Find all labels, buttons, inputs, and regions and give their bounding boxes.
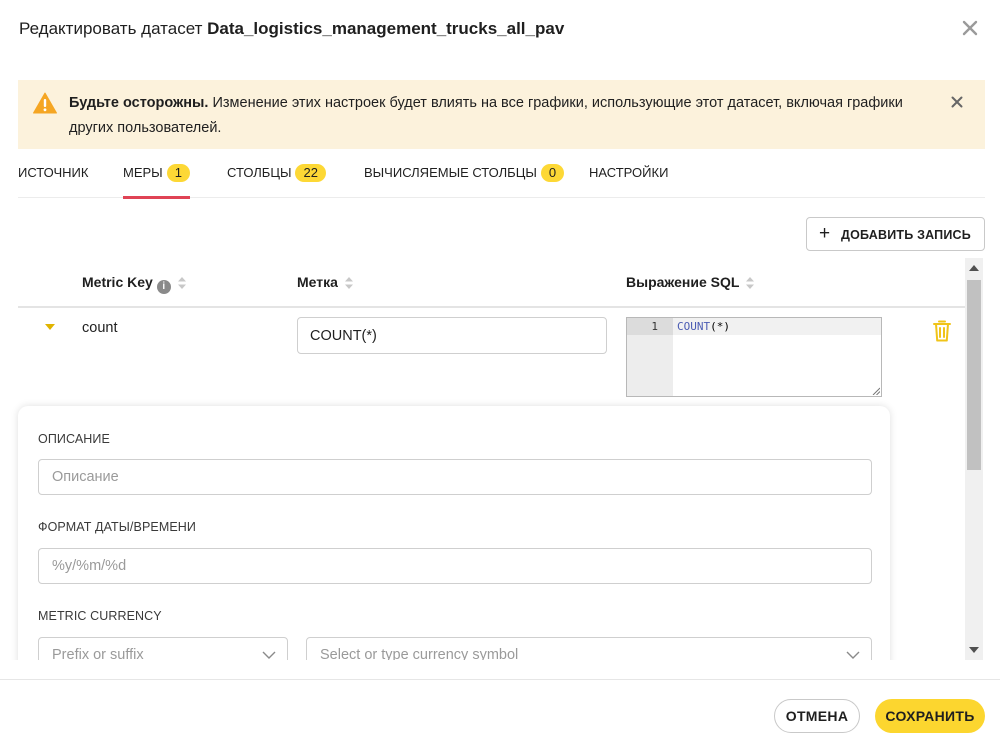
sql-keyword: COUNT	[677, 320, 711, 333]
modal-header: Редактировать датасет Data_logistics_man…	[0, 0, 1000, 60]
sql-expression-editor[interactable]: 1 COUNT(*)	[626, 317, 882, 397]
currency-symbol-select[interactable]: Select or type currency symbol	[306, 637, 872, 660]
tab-columns[interactable]: СТОЛБЦЫ 22	[227, 164, 326, 198]
save-button[interactable]: СОХРАНИТЬ	[875, 699, 985, 733]
column-header-sql[interactable]: Выражение SQL	[626, 274, 755, 290]
description-label: Описание	[38, 432, 110, 446]
warning-bold: Будьте осторожны.	[69, 95, 209, 111]
close-warning-icon[interactable]	[951, 96, 963, 108]
metric-key-value: count	[82, 320, 118, 336]
sql-args: (*)	[710, 320, 730, 333]
add-record-label: ДОБАВИТЬ ЗАПИСЬ	[841, 228, 971, 242]
tab-calculated-columns[interactable]: ВЫЧИСЛЯЕМЫЕ СТОЛБЦЫ 0	[364, 164, 565, 198]
dataset-name: Data_logistics_management_trucks_all_pav	[207, 19, 565, 38]
metric-currency-label: Metric currency	[38, 609, 162, 623]
tab-label: ИСТОЧНИК	[18, 165, 89, 180]
sql-code-line[interactable]: COUNT(*)	[673, 318, 881, 335]
vertical-scrollbar[interactable]	[965, 258, 983, 660]
description-input[interactable]	[38, 459, 872, 495]
resize-handle-icon[interactable]	[872, 387, 880, 395]
tab-count-badge: 1	[166, 164, 190, 182]
tab-settings[interactable]: НАСТРОЙКИ	[589, 165, 668, 199]
scrollbar-thumb[interactable]	[967, 280, 981, 470]
plus-icon: +	[819, 223, 831, 244]
tab-count-badge: 0	[540, 164, 565, 182]
datetime-format-label: Формат даты/времени	[38, 520, 196, 534]
currency-symbol-placeholder: Select or type currency symbol	[320, 647, 519, 660]
cancel-button[interactable]: ОТМЕНА	[774, 699, 860, 733]
tab-label: НАСТРОЙКИ	[589, 165, 669, 180]
currency-position-select[interactable]: Prefix or suffix	[38, 637, 288, 660]
title-prefix: Редактировать датасет	[19, 19, 208, 38]
line-number: 1	[627, 318, 673, 335]
column-header-label[interactable]: Метка	[297, 274, 353, 290]
add-record-button[interactable]: + ДОБАВИТЬ ЗАПИСЬ	[806, 217, 985, 251]
tab-count-badge: 22	[295, 164, 326, 182]
warning-message: Будьте осторожны. Изменение этих настрое…	[69, 91, 909, 141]
tab-label: СТОЛБЦЫ	[227, 165, 292, 180]
edit-dataset-modal: Редактировать датасет Data_logistics_man…	[0, 0, 1000, 750]
tab-label: МЕРЫ	[123, 165, 163, 180]
scroll-up-icon[interactable]	[969, 265, 979, 271]
table-header-divider	[18, 306, 965, 308]
metric-label-input[interactable]	[297, 317, 607, 354]
warning-icon	[33, 92, 57, 114]
tab-label: ВЫЧИСЛЯЕМЫЕ СТОЛБЦЫ	[364, 165, 537, 180]
collapse-row-icon[interactable]	[45, 324, 55, 330]
metrics-table: Metric Keyi Метка Выражение SQL count 1 …	[0, 258, 1000, 660]
info-icon[interactable]: i	[156, 280, 171, 294]
tab-metrics[interactable]: МЕРЫ 1	[123, 164, 190, 199]
tab-source[interactable]: ИСТОЧНИК	[18, 165, 88, 199]
sort-icon[interactable]	[344, 277, 353, 290]
close-icon[interactable]	[960, 18, 980, 38]
sort-icon[interactable]	[177, 277, 186, 290]
currency-position-placeholder: Prefix or suffix	[52, 647, 144, 660]
scroll-down-icon[interactable]	[969, 647, 979, 653]
footer-divider	[0, 679, 1000, 680]
datetime-format-input[interactable]	[38, 548, 872, 584]
sort-icon[interactable]	[746, 277, 755, 290]
warning-alert: Будьте осторожны. Изменение этих настрое…	[18, 80, 985, 149]
chevron-down-icon	[846, 651, 860, 659]
tab-bar: ИСТОЧНИК МЕРЫ 1 СТОЛБЦЫ 22 ВЫЧИСЛЯЕМЫЕ СТО…	[18, 160, 985, 199]
modal-title: Редактировать датасет Data_logistics_man…	[19, 19, 564, 39]
sql-gutter: 1	[627, 318, 673, 396]
metric-details-panel: Описание Формат даты/времени Metric curr…	[18, 406, 890, 660]
trash-icon[interactable]	[932, 319, 952, 343]
column-header-metric-key[interactable]: Metric Key i	[82, 274, 186, 294]
chevron-down-icon	[262, 651, 276, 659]
